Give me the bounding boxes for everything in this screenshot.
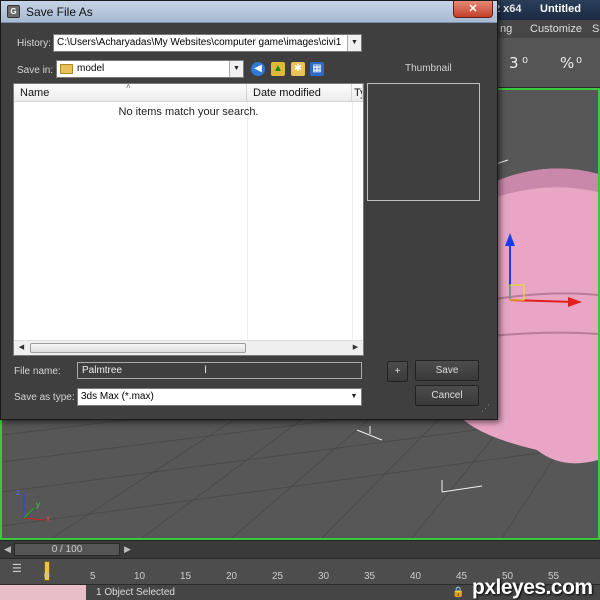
cancel-button[interactable]: Cancel xyxy=(415,385,479,406)
dialog-titlebar[interactable]: G Save File As ✕ xyxy=(1,1,497,23)
history-label: History: xyxy=(17,38,51,49)
scrollbar-thumb[interactable] xyxy=(30,343,246,353)
text-cursor-icon: I xyxy=(204,364,208,376)
ruler-tick: 0 xyxy=(44,571,50,582)
horizontal-scrollbar[interactable]: ◀ ▶ xyxy=(14,340,363,355)
chevron-down-icon: ▼ xyxy=(229,61,243,77)
back-icon[interactable]: ◀ xyxy=(251,62,265,76)
menu-item-customize[interactable]: Customize xyxy=(530,23,582,35)
axis-label-z: z xyxy=(16,488,20,497)
resize-grip-icon[interactable]: ⋰ xyxy=(481,403,490,414)
time-slider-bar: ◀ 0 / 100 ▶ xyxy=(0,540,600,558)
snap-toggle-icon[interactable]: 3 xyxy=(509,54,519,72)
app-icon: G xyxy=(7,5,20,18)
up-folder-icon[interactable]: ▲ xyxy=(271,62,285,76)
time-next-icon[interactable]: ▶ xyxy=(124,544,131,555)
chevron-down-icon: ▼ xyxy=(347,389,361,405)
app-version: 2 x64 xyxy=(494,3,522,15)
save-in-value: model xyxy=(77,63,105,74)
folder-icon xyxy=(60,64,73,74)
view-menu-icon[interactable]: ▦ xyxy=(310,62,324,76)
save-as-type-value: 3ds Max (*.max) xyxy=(81,391,154,402)
menu-item-s[interactable]: S xyxy=(592,23,599,35)
add-button[interactable]: + xyxy=(387,361,408,382)
lock-icon[interactable]: 🔒 xyxy=(452,587,464,598)
axis-label-x: x xyxy=(46,514,50,523)
save-as-type-label: Save as type: xyxy=(14,392,75,403)
file-list[interactable]: Name Date modified Ty ˄ No items match y… xyxy=(13,82,364,356)
file-name-label: File name: xyxy=(14,366,61,377)
save-in-label: Save in: xyxy=(17,65,54,76)
ruler-tick: 15 xyxy=(180,571,192,582)
file-name-input[interactable] xyxy=(77,362,362,379)
percent-snap-icon[interactable]: % xyxy=(560,54,574,72)
menu-item-ng[interactable]: ng xyxy=(500,23,512,35)
scroll-right-icon[interactable]: ▶ xyxy=(348,342,363,354)
history-dropdown[interactable]: C:\Users\Acharyadas\My Websites\computer… xyxy=(53,34,362,52)
spinner-snap-icon[interactable]: ⁰ xyxy=(576,54,582,72)
dialog-title: Save File As xyxy=(26,5,93,19)
time-prev-icon[interactable]: ◀ xyxy=(4,544,11,555)
ruler-tick: 40 xyxy=(410,571,422,582)
column-date-modified[interactable]: Date modified xyxy=(247,84,352,102)
scroll-left-icon[interactable]: ◀ xyxy=(14,342,29,354)
save-button[interactable]: Save xyxy=(415,360,479,381)
ruler-tick: 30 xyxy=(318,571,330,582)
status-text: 1 Object Selected xyxy=(96,587,175,598)
new-folder-icon[interactable]: ✱ xyxy=(291,62,305,76)
ruler-tick: 20 xyxy=(226,571,238,582)
save-file-dialog: G Save File As ✕ History: C:\Users\Achar… xyxy=(0,0,498,420)
watermark: pxleyes.com xyxy=(472,576,593,599)
axis-label-y: y xyxy=(36,500,40,509)
app-title: Untitled xyxy=(540,3,581,15)
ruler-tick: 10 xyxy=(134,571,146,582)
history-value: C:\Users\Acharyadas\My Websites\computer… xyxy=(57,37,342,48)
chevron-down-icon: ▼ xyxy=(347,35,361,51)
ruler-tick: 5 xyxy=(90,571,96,582)
angle-snap-icon[interactable]: ⁰ xyxy=(522,54,528,72)
close-button[interactable]: ✕ xyxy=(453,1,493,18)
empty-message: No items match your search. xyxy=(118,106,259,118)
sort-asc-icon: ˄ xyxy=(126,82,131,91)
ruler-tick: 35 xyxy=(364,571,376,582)
thumbnail-preview xyxy=(367,83,480,201)
ruler-tick: 45 xyxy=(456,571,468,582)
time-slider[interactable]: 0 / 100 xyxy=(14,543,120,556)
maxscript-listener[interactable] xyxy=(0,585,86,600)
save-in-dropdown[interactable]: model ▼ xyxy=(56,60,244,78)
screen: 2 x64 Untitled ng Customize S 3 ⁰ % ⁰ z … xyxy=(0,0,600,600)
ruler-tick: 25 xyxy=(272,571,284,582)
thumbnail-label: Thumbnail xyxy=(405,63,452,74)
column-type[interactable]: Ty xyxy=(352,84,363,102)
save-as-type-dropdown[interactable]: 3ds Max (*.max) ▼ xyxy=(77,388,362,406)
track-bar-menu-icon[interactable]: ☰ xyxy=(12,562,22,575)
